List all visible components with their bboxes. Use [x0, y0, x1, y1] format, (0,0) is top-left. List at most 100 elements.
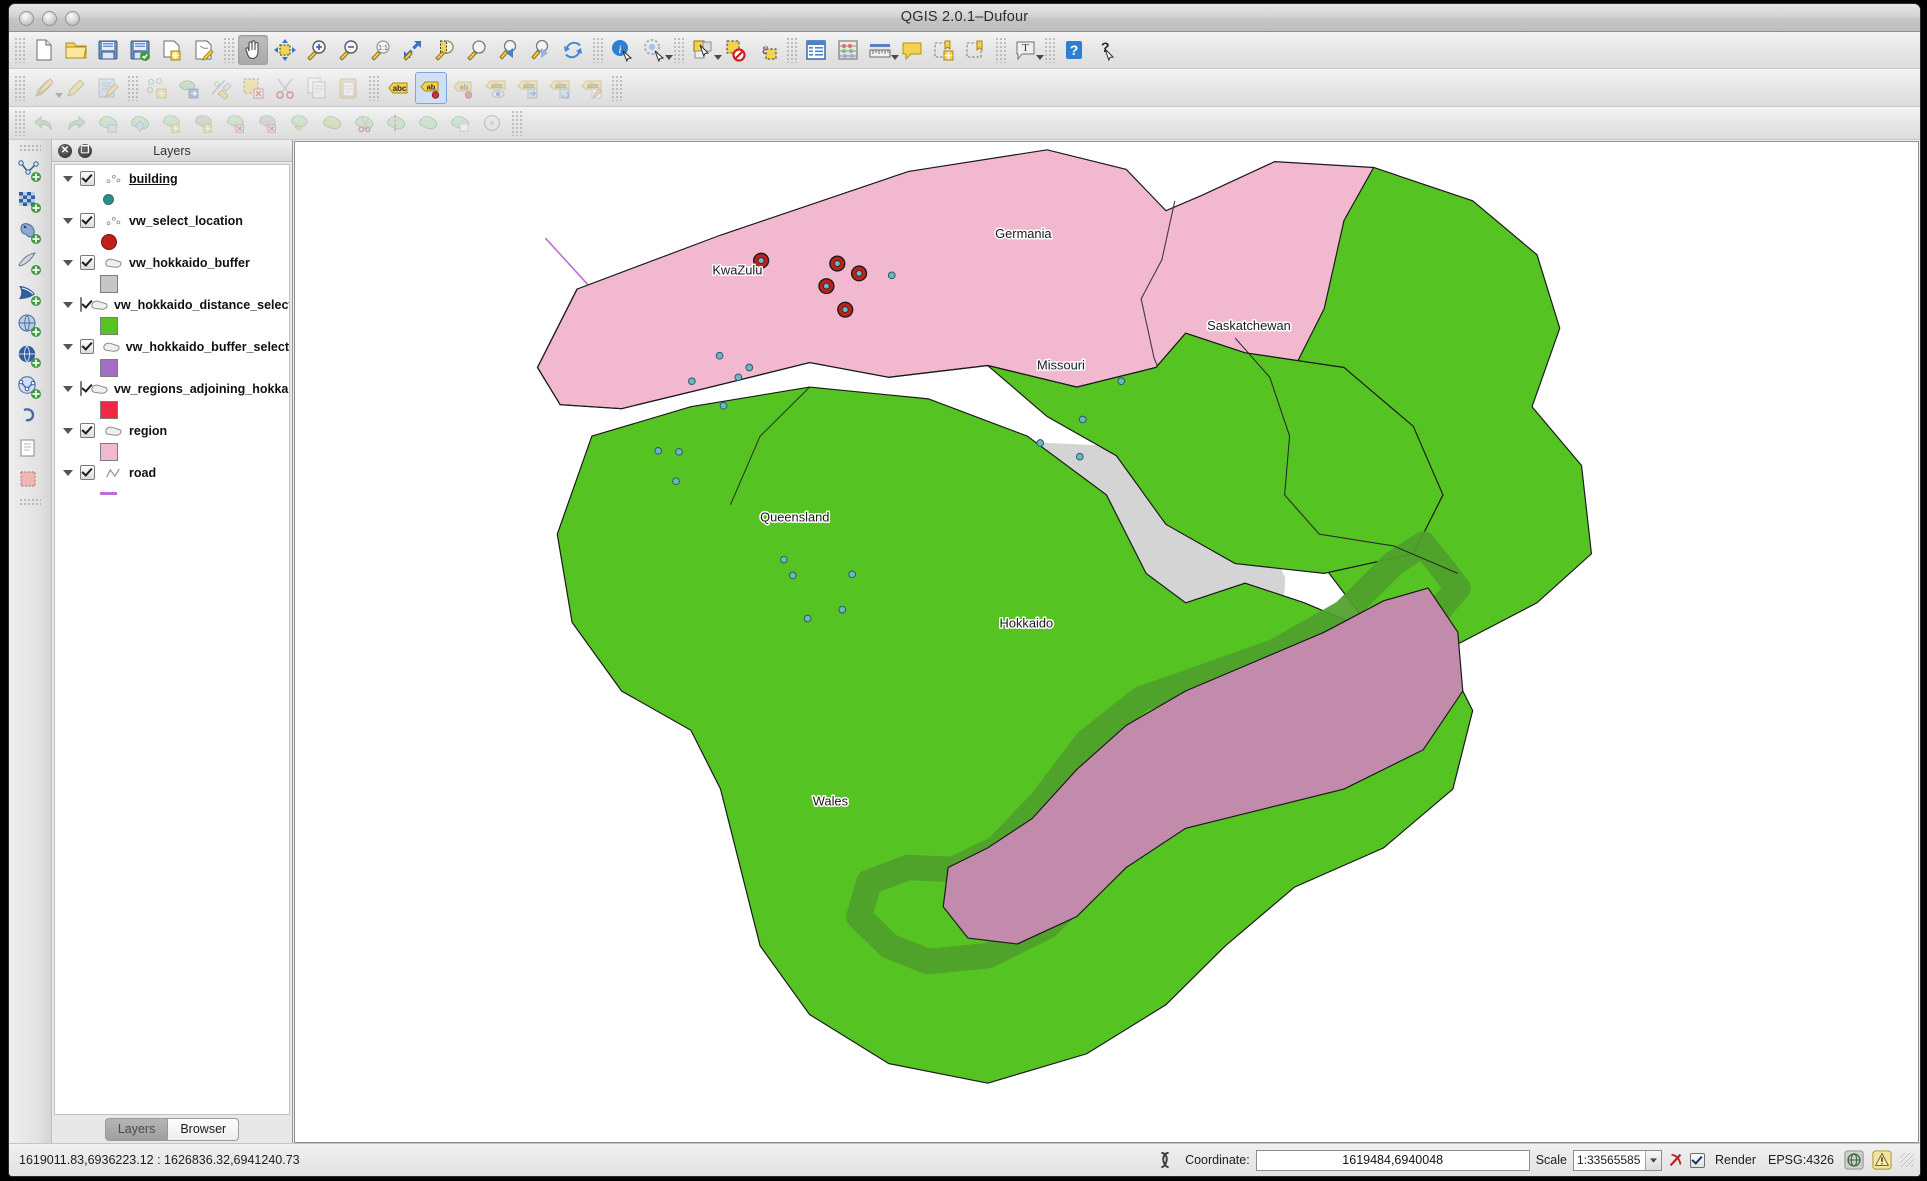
pin-labels-button[interactable]: ab	[415, 72, 447, 104]
layer-visibility-checkbox[interactable]	[80, 423, 95, 438]
expand-collapse-icon[interactable]	[63, 428, 73, 434]
select-features-button[interactable]	[688, 35, 718, 65]
fill-ring-button[interactable]	[189, 110, 219, 136]
layer-row-vw_hokkaido_buffer[interactable]: vw_hokkaido_buffer	[55, 252, 289, 273]
copy-features-button[interactable]	[302, 73, 332, 103]
chevron-down-icon[interactable]	[1036, 55, 1044, 60]
toolbar-grip[interactable]	[14, 110, 25, 136]
toolbar-grip[interactable]	[14, 37, 25, 63]
map-tips-button[interactable]	[639, 35, 669, 65]
add-ring-button[interactable]	[125, 110, 155, 136]
layer-visibility-checkbox[interactable]	[80, 465, 95, 480]
layer-visibility-checkbox[interactable]	[80, 381, 82, 396]
rotate-point-symbols-button[interactable]	[477, 110, 507, 136]
layer-visibility-checkbox[interactable]	[80, 297, 82, 312]
open-project-button[interactable]	[61, 35, 91, 65]
toolbar-grip[interactable]	[1044, 37, 1055, 63]
text-annotation-button[interactable]: T	[1010, 35, 1040, 65]
expand-collapse-icon[interactable]	[63, 260, 73, 266]
toolbar-grip[interactable]	[995, 37, 1006, 63]
node-tool-button[interactable]	[206, 73, 236, 103]
map-canvas[interactable]: KwaZuluGermaniaSaskatchewanMissouriQueen…	[294, 141, 1919, 1143]
show-map-tips-button[interactable]	[897, 35, 927, 65]
layer-row-road[interactable]: road	[55, 462, 289, 483]
toolbar-grip[interactable]	[19, 144, 41, 153]
show-bookmarks-button[interactable]	[961, 35, 991, 65]
expand-collapse-icon[interactable]	[63, 176, 73, 182]
toolbar-grip[interactable]	[511, 110, 522, 136]
toolbar-grip[interactable]	[14, 75, 25, 101]
chevron-down-icon[interactable]	[1645, 1151, 1661, 1170]
toolbar-grip[interactable]	[786, 37, 797, 63]
add-wfs-layer-button[interactable]	[13, 372, 47, 403]
save-project-button[interactable]	[93, 35, 123, 65]
layer-tree[interactable]: building vw_select_location vw_hokkaido_bu…	[54, 164, 290, 1115]
crs-icon[interactable]	[1843, 1149, 1865, 1171]
offset-curve-button[interactable]	[317, 110, 347, 136]
help-button[interactable]: ?	[1059, 35, 1089, 65]
zoom-last-button[interactable]	[494, 35, 524, 65]
toolbar-grip[interactable]	[223, 37, 234, 63]
add-delimited-text-layer-button[interactable]	[13, 403, 47, 434]
reshape-features-button[interactable]	[285, 110, 315, 136]
add-raster-layer-button[interactable]	[13, 186, 47, 217]
layer-row-vw_hokkaido_buffer_select[interactable]: vw_hokkaido_buffer_select	[55, 336, 289, 357]
merge-attributes-button[interactable]	[445, 110, 475, 136]
zoom-to-layer-button[interactable]	[462, 35, 492, 65]
zoom-actual-size-button[interactable]: 1:1	[366, 35, 396, 65]
pan-to-selection-button[interactable]	[270, 35, 300, 65]
add-vector-layer-button[interactable]	[13, 155, 47, 186]
expand-collapse-icon[interactable]	[63, 344, 73, 350]
zoom-to-selection-button[interactable]	[430, 35, 460, 65]
tab-layers[interactable]: Layers	[105, 1118, 169, 1141]
new-spatialite-layer-button[interactable]	[13, 465, 47, 496]
add-wms-layer-button[interactable]	[13, 341, 47, 372]
delete-part-button[interactable]	[253, 110, 283, 136]
show-hide-labels-button[interactable]: ab	[449, 73, 479, 103]
highlight-labels-button[interactable]: abc	[481, 73, 511, 103]
chevron-down-icon[interactable]	[665, 55, 673, 60]
expand-collapse-icon[interactable]	[63, 218, 73, 224]
toolbar-grip[interactable]	[673, 37, 684, 63]
deselect-all-button[interactable]	[720, 35, 750, 65]
current-edits-button[interactable]	[29, 73, 59, 103]
render-checkbox[interactable]	[1690, 1153, 1705, 1168]
simplify-feature-button[interactable]	[93, 110, 123, 136]
add-part-button[interactable]	[157, 110, 187, 136]
layer-row-vw_regions_adjoining_hokkaido[interactable]: vw_regions_adjoining_hokkaido	[55, 378, 289, 399]
identify-features-button[interactable]: i	[607, 35, 637, 65]
toolbar-grip[interactable]	[127, 75, 138, 101]
layer-row-vw_hokkaido_distance_select[interactable]: vw_hokkaido_distance_select	[55, 294, 289, 315]
redo-button[interactable]	[61, 110, 91, 136]
new-project-button[interactable]	[29, 35, 59, 65]
layer-visibility-checkbox[interactable]	[80, 339, 94, 354]
cut-features-button[interactable]	[270, 73, 300, 103]
tab-browser[interactable]: Browser	[168, 1118, 239, 1141]
add-spatialite-layer-button[interactable]	[13, 248, 47, 279]
delete-ring-button[interactable]	[221, 110, 251, 136]
measure-line-button[interactable]	[865, 35, 895, 65]
label-button[interactable]: abc	[383, 73, 413, 103]
coordinate-input[interactable]: 1619484,6940048	[1256, 1150, 1530, 1171]
zoom-full-button[interactable]	[398, 35, 428, 65]
layer-visibility-checkbox[interactable]	[80, 213, 95, 228]
new-bookmark-button[interactable]	[929, 35, 959, 65]
expand-collapse-icon[interactable]	[63, 470, 73, 476]
composer-manager-button[interactable]	[189, 35, 219, 65]
add-oracle-layer-button[interactable]	[13, 310, 47, 341]
toolbar-grip[interactable]	[368, 75, 379, 101]
add-postgis-layer-button[interactable]	[13, 217, 47, 248]
layer-visibility-checkbox[interactable]	[80, 255, 95, 270]
open-field-calculator-button[interactable]	[833, 35, 863, 65]
layer-row-region[interactable]: region	[55, 420, 289, 441]
save-layer-edits-button[interactable]	[93, 73, 123, 103]
stop-render-icon[interactable]	[1665, 1149, 1687, 1171]
add-feature-button[interactable]	[142, 73, 172, 103]
scale-combo[interactable]: 1:33565585	[1573, 1150, 1662, 1171]
layer-row-vw_select_location[interactable]: vw_select_location	[55, 210, 289, 231]
expand-collapse-icon[interactable]	[63, 302, 73, 308]
layer-row-building[interactable]: building	[55, 168, 289, 189]
split-features-button[interactable]	[349, 110, 379, 136]
delete-selected-button[interactable]	[238, 73, 268, 103]
move-feature-button[interactable]	[174, 73, 204, 103]
